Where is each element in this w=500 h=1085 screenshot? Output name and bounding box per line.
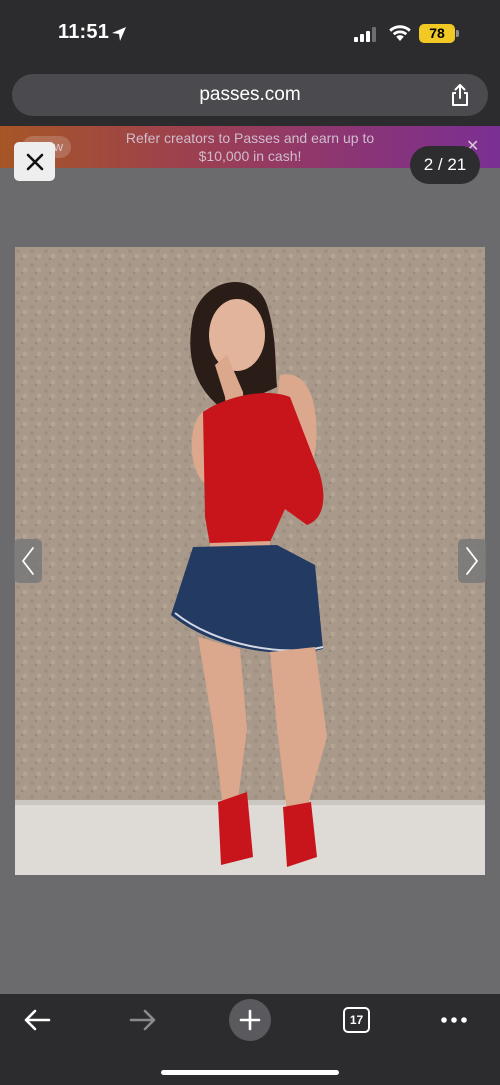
chevron-left-icon [22, 547, 34, 575]
chevron-right-icon [466, 547, 478, 575]
home-indicator [161, 1070, 339, 1075]
ellipsis-icon[interactable] [440, 1016, 468, 1024]
status-time: 11:51 [58, 21, 110, 43]
signal-icon [354, 27, 376, 42]
arrow-left-icon[interactable] [22, 1008, 52, 1032]
previous-image-button[interactable] [14, 539, 42, 583]
arrow-right-icon[interactable] [128, 1008, 158, 1032]
tabs-button[interactable]: 17 [343, 1007, 370, 1033]
wifi-icon [389, 25, 411, 41]
location-arrow-icon [112, 27, 126, 41]
new-tab-button[interactable] [229, 999, 271, 1041]
battery-icon: 78 [419, 24, 455, 43]
battery-tip [456, 30, 459, 37]
url-text: passes.com [199, 84, 301, 105]
gallery-photo [15, 247, 485, 875]
image-counter: 2 / 21 [410, 146, 480, 184]
next-image-button[interactable] [458, 539, 486, 583]
share-icon[interactable] [449, 83, 471, 107]
plus-icon [239, 1009, 261, 1031]
close-viewer-button[interactable] [14, 142, 55, 181]
address-bar[interactable]: passes.com [12, 74, 488, 116]
close-icon [26, 153, 43, 170]
banner-text: Refer creators to Passes and earn up to … [125, 130, 375, 164]
